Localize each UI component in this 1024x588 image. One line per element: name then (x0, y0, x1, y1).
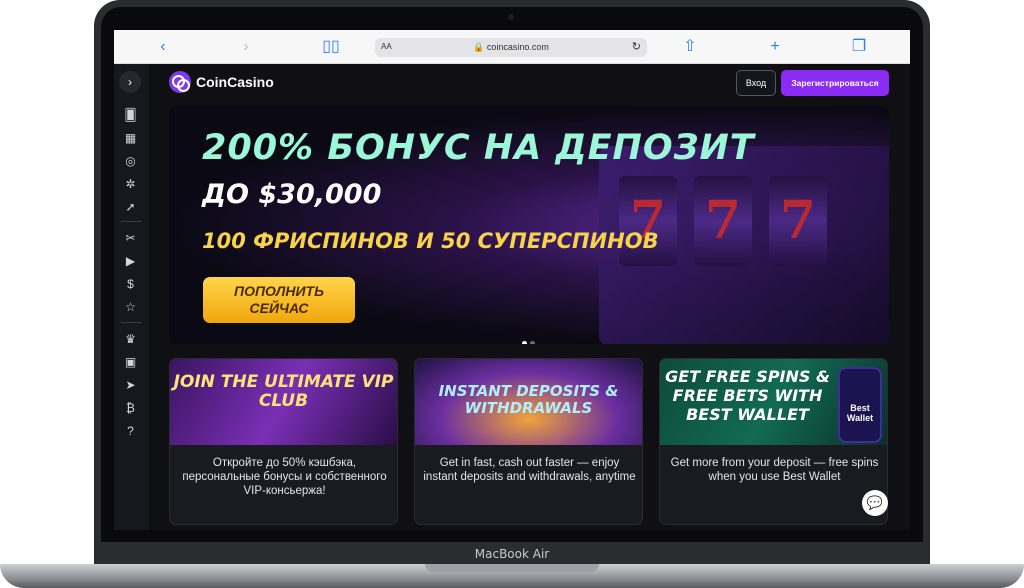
login-button[interactable]: Вход (736, 70, 776, 96)
device-label: MacBook Air (474, 547, 550, 561)
coin-icon[interactable]: $ (122, 276, 139, 293)
bookmarks-icon[interactable]: ▯▯ (321, 37, 341, 57)
promo-title: JOIN THE ULTIMATE VIP CLUB (173, 372, 394, 411)
live-icon[interactable]: ▶ (122, 253, 139, 270)
gift-icon[interactable]: ▣ (122, 354, 139, 371)
share-icon[interactable]: ⇧ (680, 37, 700, 57)
promo-text: Get in fast, cash out faster — enjoy ins… (423, 457, 636, 483)
star-icon[interactable]: ☆ (122, 299, 139, 316)
register-button[interactable]: Зарегистрироваться (781, 70, 889, 96)
promo-card-vip[interactable]: JOIN THE ULTIMATE VIP CLUB Откройте до 5… (169, 358, 398, 525)
forward-icon[interactable]: › (236, 37, 256, 57)
laptop-notch (425, 564, 599, 572)
address-bar[interactable]: AA 🔒 coincasino.com ↻ (375, 38, 647, 57)
hero-banner[interactable]: 7 7 7 200% БОНУС НА ДЕПОЗИТ ДО $30,000 1… (169, 106, 889, 344)
site-logo-text[interactable]: CoinCasino (196, 74, 274, 90)
support-icon[interactable]: ? (122, 423, 139, 440)
promo-card-wallet[interactable]: GET FREE SPINS & FREE BETS WITH BEST WAL… (659, 358, 888, 525)
browser-screen: ‹ › ▯▯ AA 🔒 coincasino.com ↻ ⇧ + ❐ › 🂠 ▦… (114, 30, 910, 530)
url-value: coincasino.com (486, 42, 549, 52)
url-text: 🔒 coincasino.com (473, 42, 549, 52)
sidebar-expand-icon[interactable]: › (119, 71, 141, 93)
wallet-promo-image: GET FREE SPINS & FREE BETS WITH BEST WAL… (660, 359, 887, 445)
hero-title: 200% БОНУС НА ДЕПОЗИТ (202, 128, 755, 168)
laptop-chin: MacBook Air (94, 542, 930, 564)
rocket-icon[interactable]: ➚ (122, 199, 139, 216)
vip-crown-icon[interactable]: ♛ (122, 331, 139, 348)
hero-freespins: 100 ФРИСПИНОВ И 50 СУПЕРСПИНОВ (202, 229, 659, 253)
bitcoin-icon[interactable]: ₿ (122, 400, 139, 417)
slot-reel: 7 (769, 176, 827, 266)
vip-promo-image: JOIN THE ULTIMATE VIP CLUB (170, 359, 397, 445)
camera-icon (508, 14, 514, 20)
sports-icon[interactable]: ✂ (122, 230, 139, 247)
sidebar-divider (121, 322, 141, 323)
deposit-now-button[interactable]: ПОПОЛНИТЬ СЕЙЧАС (203, 277, 355, 323)
carousel-dots (522, 333, 538, 344)
carousel-dot[interactable] (522, 341, 527, 344)
back-icon[interactable]: ‹ (153, 37, 173, 57)
best-wallet-phone-image: Best Wallet (838, 367, 882, 443)
slots-icon[interactable]: ▦ (122, 130, 139, 147)
promo-text: Get more from your deposit — free spins … (670, 457, 879, 483)
promo-card-deposits[interactable]: INSTANT DEPOSITS & WITHDRAWALS Get in fa… (414, 358, 643, 525)
sidebar: › 🂠 ▦ ◎ ✲ ➚ ✂ ▶ $ ☆ ♛ ▣ ➤ ₿ ? (114, 64, 149, 530)
hero-subtitle: ДО $30,000 (202, 179, 382, 210)
new-tab-icon[interactable]: + (765, 37, 785, 57)
tabs-icon[interactable]: ❐ (849, 37, 869, 57)
promo-text: Откройте до 50% кэшбэка, персональные бо… (182, 457, 387, 497)
cards-icon[interactable]: 🂠 (122, 107, 139, 124)
promo-title: GET FREE SPINS & FREE BETS WITH BEST WAL… (665, 367, 830, 424)
reload-icon[interactable]: ↻ (632, 40, 641, 53)
telegram-icon[interactable]: ➤ (122, 377, 139, 394)
carousel-dot[interactable] (530, 341, 535, 344)
lottery-icon[interactable]: ✲ (122, 176, 139, 193)
deposits-promo-image: INSTANT DEPOSITS & WITHDRAWALS (415, 359, 642, 445)
chat-icon[interactable]: 💬 (862, 490, 888, 516)
promo-title: INSTANT DEPOSITS & WITHDRAWALS (438, 382, 619, 417)
sidebar-divider (121, 221, 141, 222)
roulette-icon[interactable]: ◎ (122, 153, 139, 170)
browser-toolbar: ‹ › ▯▯ AA 🔒 coincasino.com ↻ ⇧ + ❐ (114, 30, 910, 64)
coincasino-logo-icon[interactable] (169, 71, 191, 93)
site-header: CoinCasino Вход Зарегистрироваться (149, 64, 910, 102)
slot-reel: 7 (694, 176, 752, 266)
